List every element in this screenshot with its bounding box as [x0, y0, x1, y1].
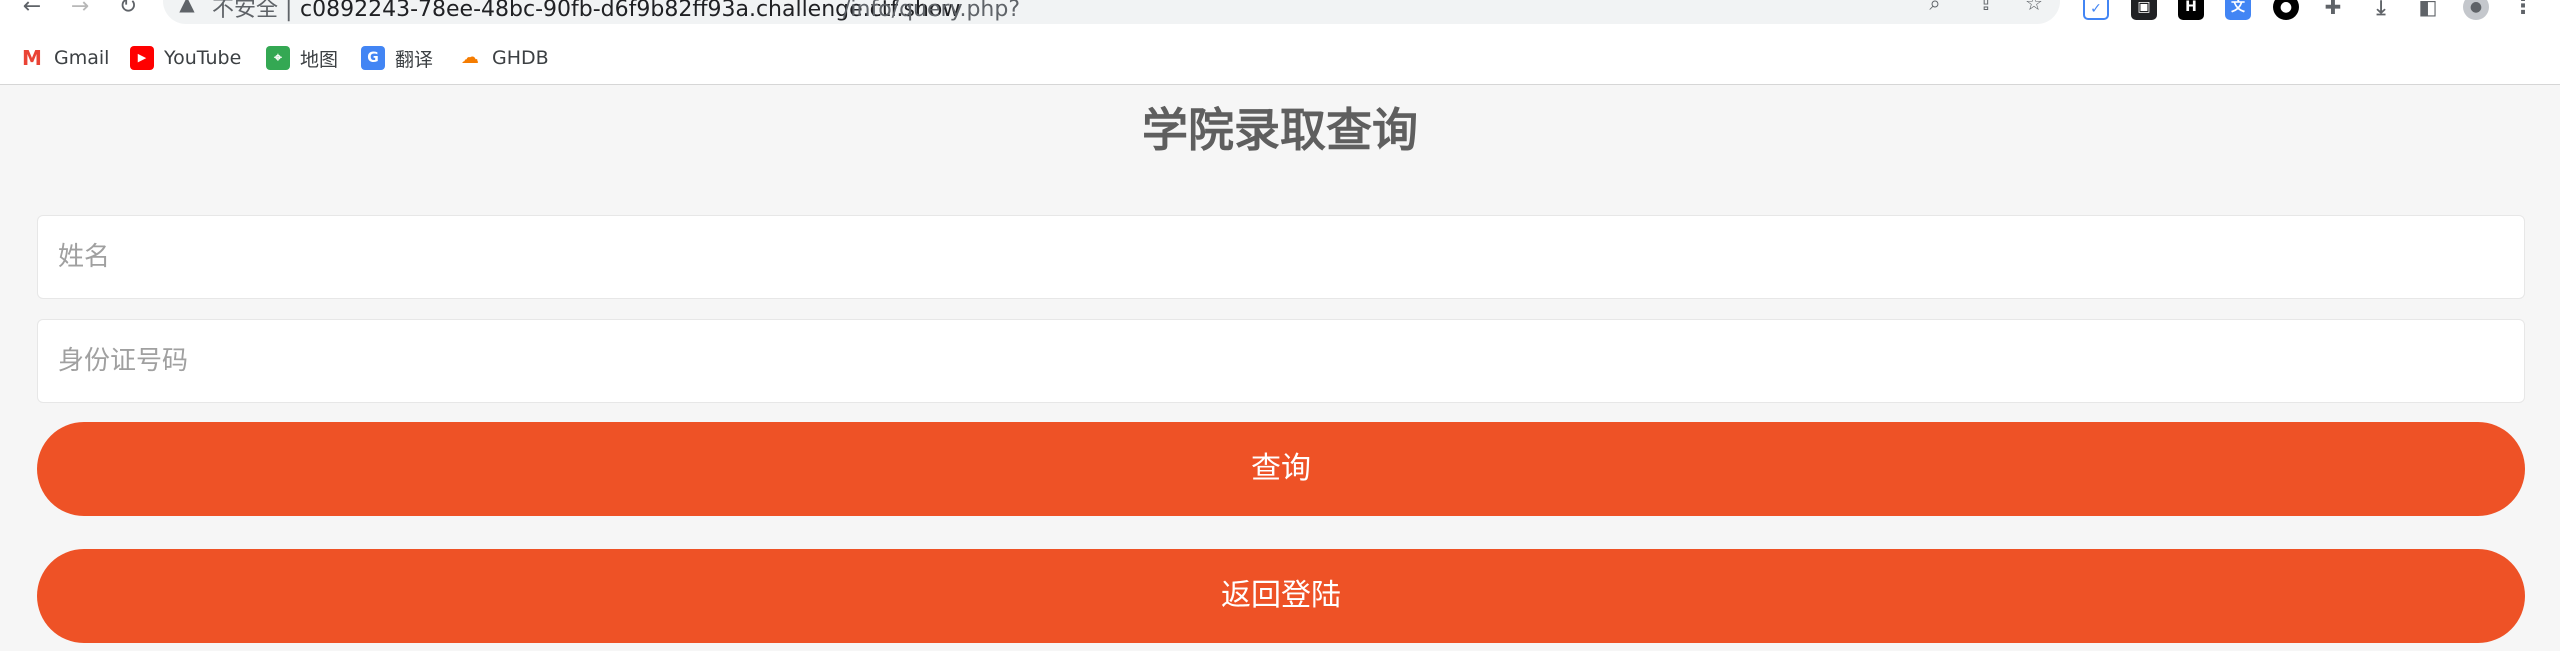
security-label[interactable]: 不安全 | — [212, 0, 292, 21]
page-title: 学院录取查询 — [1142, 103, 1418, 157]
name-input[interactable] — [37, 215, 2525, 299]
maps-icon: ⌖ — [266, 46, 290, 70]
zoom-icon[interactable]: ⌕ — [1921, 0, 1949, 17]
youtube-icon: ▶ — [130, 46, 154, 70]
warning-icon[interactable]: ▲ — [173, 0, 201, 17]
menu-icon[interactable]: ⋮ — [2510, 0, 2536, 20]
share-icon[interactable]: ⇪ — [1972, 0, 2000, 17]
back-icon[interactable]: ← — [18, 0, 46, 21]
bookmark-maps[interactable]: ⌖ 地图 — [266, 41, 338, 75]
url-path[interactable]: /info/query.php? — [843, 0, 1020, 21]
bookmark-label: GHDB — [492, 47, 549, 69]
gmail-icon: M — [22, 46, 42, 70]
extension-h-icon[interactable]: H — [2178, 0, 2204, 20]
reload-icon[interactable]: ↻ — [114, 0, 142, 21]
sidepanel-icon[interactable]: ◧ — [2415, 0, 2441, 20]
ghdb-icon: ☁ — [461, 47, 479, 68]
star-icon[interactable]: ☆ — [2020, 0, 2048, 17]
download-icon[interactable]: ⤓ — [2368, 0, 2394, 20]
bookmark-youtube[interactable]: ▶ YouTube — [130, 41, 241, 75]
extension-translate-icon[interactable]: 文 — [2225, 0, 2251, 20]
puzzle-icon[interactable]: ✚ — [2320, 0, 2346, 20]
bookmark-ghdb[interactable]: ☁ GHDB — [458, 41, 549, 75]
browser-toolbar: ← → ↻ ▲ ⌕ ⇪ ☆ 不安全 | c0892243-78ee-48bc-9… — [0, 0, 2560, 28]
bookmark-label: 地图 — [300, 48, 339, 71]
bookmark-gmail[interactable]: M Gmail — [20, 41, 109, 75]
translate-icon: G — [361, 46, 385, 70]
query-button[interactable]: 查询 — [37, 422, 2525, 516]
extension-check-icon[interactable]: ✓ — [2083, 0, 2109, 20]
bookmark-label: Gmail — [54, 47, 110, 69]
bookmark-label: 翻译 — [395, 48, 434, 71]
bookmark-label: YouTube — [164, 47, 242, 69]
id-number-input[interactable] — [37, 319, 2525, 403]
profile-icon[interactable]: ● — [2463, 0, 2489, 20]
browser-chrome: ← → ↻ ▲ ⌕ ⇪ ☆ 不安全 | c0892243-78ee-48bc-9… — [0, 0, 2560, 85]
forward-icon[interactable]: → — [66, 0, 94, 21]
extension-app-icon[interactable]: ▣ — [2131, 0, 2157, 20]
bookmark-translate[interactable]: G 翻译 — [361, 41, 433, 75]
extension-circle-icon[interactable]: ● — [2273, 0, 2299, 20]
back-to-login-button[interactable]: 返回登陆 — [37, 549, 2525, 643]
bookmarks-bar: M Gmail ▶ YouTube ⌖ 地图 G 翻译 ☁ GHDB — [0, 41, 2560, 75]
